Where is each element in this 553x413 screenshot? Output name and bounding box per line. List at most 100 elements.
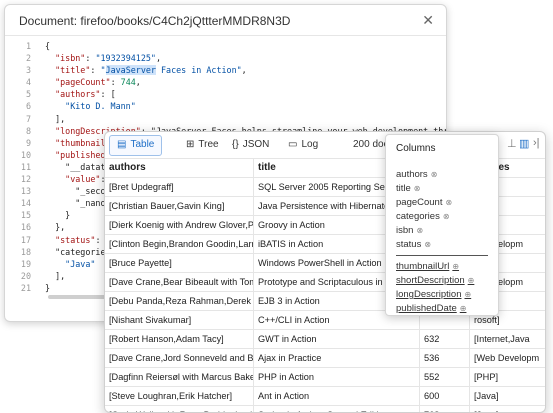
line-number: 9 — [25, 137, 31, 148]
line-number: 14 — [20, 198, 31, 209]
code-text: "isbn": "1932394125", — [55, 53, 162, 64]
collapse-icon[interactable]: ›| — [533, 137, 540, 149]
line-number: 16 — [20, 222, 31, 233]
hide-column-icon[interactable]: ⊗ — [424, 240, 431, 249]
table-cell[interactable]: [Dierk Koenig with Andrew Glover,P — [105, 216, 253, 234]
code-text: { — [45, 41, 51, 51]
column-name: isbn — [396, 225, 414, 236]
table-cell[interactable]: Ant in Action — [253, 387, 419, 405]
table-row[interactable]: [Steve Loughran,Erik Hatcher] Ant in Acti… — [105, 386, 545, 405]
column-header-authors[interactable]: authors — [105, 159, 253, 177]
close-icon[interactable]: ✕ — [422, 12, 434, 29]
code-line: 3 "title": "JavaServer Faces in Action", — [5, 64, 446, 76]
table-cell[interactable]: [Dave Crane,Bear Bibeault with Tom — [105, 273, 253, 291]
show-column-icon[interactable]: ⊕ — [468, 276, 475, 285]
hide-column-icon[interactable]: ⊗ — [416, 226, 423, 235]
column-name: status — [396, 239, 422, 250]
line-number: 3 — [25, 65, 31, 76]
table-cell[interactable]: 768 — [419, 406, 469, 412]
table-cell[interactable]: [PHP] — [469, 368, 545, 386]
line-number: 10 — [20, 149, 31, 160]
columns-popup-title: Columns — [396, 143, 436, 154]
show-column-icon[interactable]: ⊕ — [452, 262, 459, 271]
column-toggle-visible[interactable]: isbn ⊗ — [396, 225, 423, 236]
column-toggle-visible[interactable]: authors ⊗ — [396, 169, 437, 180]
column-toggle-hidden[interactable]: longDescription ⊕ — [396, 289, 471, 300]
show-column-icon[interactable]: ⊕ — [460, 304, 467, 313]
line-number: 11 — [20, 161, 31, 172]
table-icon: ▤ — [117, 139, 127, 150]
table-cell[interactable]: [Steve Loughran,Erik Hatcher] — [105, 387, 253, 405]
table-cell[interactable]: Ajax in Practice — [253, 349, 419, 367]
table-row[interactable]: [Robert Hanson,Adam Tacy] GWT in Action 63… — [105, 329, 545, 348]
tab-json[interactable]: {} JSON — [225, 135, 276, 154]
document-header: Document: firefoo/books/C4Ch2jQttterMMDR… — [5, 5, 446, 35]
table-cell[interactable]: [Dave Crane,Jord Sonneveld and Br — [105, 349, 253, 367]
table-cell[interactable]: 552 — [419, 368, 469, 386]
table-cell[interactable]: 600 — [419, 387, 469, 405]
code-line: 5 "authors": [ — [5, 88, 446, 100]
table-cell[interactable]: [Robert Hanson,Adam Tacy] — [105, 330, 253, 348]
table-cell[interactable]: [Christian Bauer,Gavin King] — [105, 197, 253, 215]
table-cell[interactable]: [Java] — [469, 387, 545, 405]
line-number: 8 — [25, 125, 31, 136]
column-toggle-hidden[interactable]: thumbnailUrl ⊕ — [396, 261, 459, 272]
column-toggle-visible[interactable]: categories ⊗ — [396, 211, 450, 222]
column-name: longDescription — [396, 289, 462, 300]
code-text: "Kito D. Mann" — [65, 101, 136, 112]
column-name: categories — [396, 211, 440, 222]
table-cell[interactable]: [Debu Panda,Reza Rahman,Derek L — [105, 292, 253, 310]
table-row[interactable]: [Craig Walls with Ryan Breidenbach]Sprin… — [105, 405, 545, 412]
table-cell[interactable]: [Java] — [469, 406, 545, 412]
table-cell[interactable]: [Bruce Payette] — [105, 254, 253, 272]
column-name: thumbnailUrl — [396, 261, 450, 272]
tab-table[interactable]: ▤ Table — [109, 135, 163, 156]
table-row[interactable]: [Dave Crane,Jord Sonneveld and Br Ajax in… — [105, 348, 545, 367]
column-toggle-visible[interactable]: pageCount ⊗ — [396, 197, 452, 208]
table-cell[interactable]: [Craig Walls with Ryan Breidenbach] — [105, 406, 253, 412]
tab-table-label: Table — [130, 139, 155, 150]
table-cell[interactable]: [Internet,Java — [469, 330, 545, 348]
column-name: shortDescription — [396, 275, 465, 286]
columns-popup: Columns authors ⊗ title ⊗ pageCount ⊗ categori… — [385, 134, 499, 316]
table-cell[interactable]: 536 — [419, 349, 469, 367]
table-cell[interactable]: 632 — [419, 330, 469, 348]
table-cell[interactable]: PHP in Action — [253, 368, 419, 386]
tree-icon: ⊞ — [186, 139, 195, 150]
table-cell[interactable]: [Web Developm — [469, 349, 545, 367]
column-toggle-hidden[interactable]: shortDescription ⊕ — [396, 275, 474, 286]
column-toggle-visible[interactable]: title ⊗ — [396, 183, 421, 194]
show-column-icon[interactable]: ⊕ — [464, 290, 471, 299]
column-name: title — [396, 183, 411, 194]
tab-tree[interactable]: ⊞ Tree — [179, 135, 226, 154]
table-cell[interactable]: [Nishant Sivakumar] — [105, 311, 253, 329]
code-line: 6 "Kito D. Mann" — [5, 100, 446, 112]
line-number: 13 — [20, 186, 31, 197]
column-name: pageCount — [396, 197, 443, 208]
hide-column-icon[interactable]: ⊗ — [445, 198, 452, 207]
line-number: 20 — [20, 270, 31, 281]
line-number: 15 — [20, 210, 31, 221]
tab-log[interactable]: ▭ Log — [281, 135, 325, 154]
json-icon: {} — [232, 139, 239, 150]
table-cell[interactable]: GWT in Action — [253, 330, 419, 348]
table-cell[interactable]: [Clinton Begin,Brandon Goodin,Larr — [105, 235, 253, 253]
hide-column-icon[interactable]: ⊗ — [443, 212, 450, 221]
column-toggle-visible[interactable]: status ⊗ — [396, 239, 431, 250]
columns-icon[interactable]: ▥ — [519, 137, 529, 150]
pin-icon[interactable]: ⊥ — [507, 137, 517, 150]
hide-column-icon[interactable]: ⊗ — [414, 184, 421, 193]
code-text: "authors": [ — [55, 89, 116, 100]
hide-column-icon[interactable]: ⊗ — [431, 170, 438, 179]
table-cell[interactable]: [Bret Updegraff] — [105, 178, 253, 196]
table-row[interactable]: [Dagfinn Reiersøl with Marcus Bake PHP in… — [105, 367, 545, 386]
line-number: 5 — [25, 89, 31, 100]
table-cell[interactable]: Spring in Action, Second Edition — [253, 406, 419, 412]
code-line: 7 ], — [5, 113, 446, 125]
table-cell[interactable]: [Dagfinn Reiersøl with Marcus Bake — [105, 368, 253, 386]
line-number: 6 — [25, 101, 31, 112]
code-line: 1{ — [5, 40, 446, 52]
document-title: Document: firefoo/books/C4Ch2jQttterMMDR… — [19, 14, 291, 28]
line-number: 4 — [25, 77, 31, 88]
column-toggle-hidden[interactable]: publishedDate ⊕ — [396, 303, 466, 314]
